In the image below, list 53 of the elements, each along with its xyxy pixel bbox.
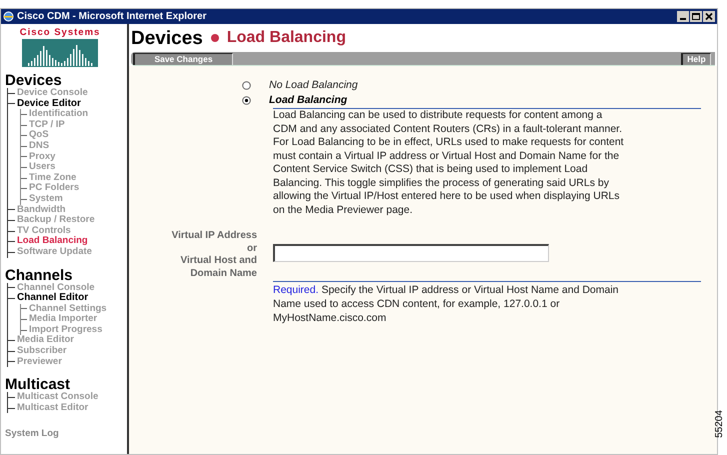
sidebar-item[interactable]: DNS	[29, 140, 50, 152]
page-title: Load Balancing	[226, 30, 346, 46]
close-icon[interactable]	[703, 11, 715, 22]
required-label: Required.	[273, 284, 319, 296]
field-label: Domain Name	[190, 268, 257, 280]
sidebar-item[interactable]: Device Console	[17, 88, 88, 99]
window-title: Cisco CDM - Microsoft Internet Explorer	[17, 12, 206, 22]
sidebar-item[interactable]: QoS	[29, 130, 49, 141]
option-label: Load Balancing	[269, 92, 348, 108]
sidebar-item[interactable]: Channel Console	[17, 282, 95, 294]
system-log-link[interactable]: System Log	[5, 427, 127, 442]
sidebar-item[interactable]: Multicast Console	[17, 392, 98, 403]
sidebar-heading: Devices	[5, 73, 62, 88]
sidebar-item[interactable]: Import Progress	[29, 324, 102, 336]
maximize-icon[interactable]	[690, 11, 702, 22]
help-text: Required. Specify the Virtual IP address or Virtual Host Name and Domain Name used to access CDN content, for example, 127.0.0.1 or MyHostName.cisco.com	[273, 283, 620, 325]
input-field[interactable]	[273, 244, 549, 262]
figure-number: 55204	[714, 410, 725, 438]
field-label: Virtual Host and	[180, 255, 257, 268]
sidebar-item[interactable]: Previewer	[17, 356, 62, 368]
sidebar-item[interactable]: Bandwidth	[17, 204, 66, 216]
radio-button[interactable]	[242, 96, 251, 105]
sidebar-item[interactable]: TV Controls	[17, 226, 71, 236]
sidebar-item[interactable]: Software Update	[17, 246, 92, 258]
bullet-icon	[210, 34, 219, 42]
sidebar-item[interactable]: PC Folders	[29, 183, 80, 194]
sidebar-item[interactable]: System	[29, 194, 63, 205]
sidebar-item[interactable]: Backup / Restore	[17, 215, 95, 226]
sidebar-item[interactable]: Media Editor	[17, 335, 74, 346]
sidebar-item[interactable]: Media Importer	[29, 314, 98, 325]
browser-icon	[3, 11, 14, 22]
field-label: Virtual IP Address	[172, 230, 257, 242]
sidebar-heading: Channels	[5, 268, 73, 282]
sidebar-item[interactable]: Channel Editor	[17, 293, 88, 304]
option-label: No Load Balancing	[269, 78, 358, 93]
sidebar-item[interactable]: Load Balancing	[17, 236, 88, 247]
radio-button[interactable]	[242, 81, 251, 90]
sidebar-item[interactable]: Subscriber	[17, 346, 67, 357]
sidebar-item[interactable]: Device Editor	[17, 98, 81, 110]
minimize-icon[interactable]	[677, 11, 689, 22]
sidebar-item[interactable]: TCP / IP	[29, 120, 65, 130]
save-changes-button[interactable]: Save Changes	[133, 52, 233, 64]
sidebar-item[interactable]: Time Zone	[29, 172, 76, 184]
help-button[interactable]: Help	[681, 52, 711, 64]
sidebar-item[interactable]: Multicast Editor	[17, 402, 88, 414]
description-text: Load Balancing can be used to distribute requests for content among a CDM and any associated Content Routers (CRs) in a fault-tolerant manner. For Load Balancing to be in effect, URLs used to make requests for content must contain a Virtual IP address or Virtual Host and Domain Name for the Content Service Switch (CSS) that is being used to implement Load Balancing. This toggle simplifies the process of generating said URLs by allowing the Virtual IP/Host entered here to be used when displaying URLs on the Media Previewer page.	[273, 109, 625, 217]
sidebar-item[interactable]: Channel Settings	[29, 304, 107, 314]
section-title: Devices	[131, 28, 203, 48]
sidebar-item[interactable]: Identification	[29, 109, 88, 120]
sidebar-item[interactable]: Users	[29, 162, 56, 173]
sidebar-item[interactable]: Proxy	[29, 152, 56, 162]
field-label: or	[247, 242, 257, 255]
sidebar-heading: Multicast	[5, 377, 70, 392]
